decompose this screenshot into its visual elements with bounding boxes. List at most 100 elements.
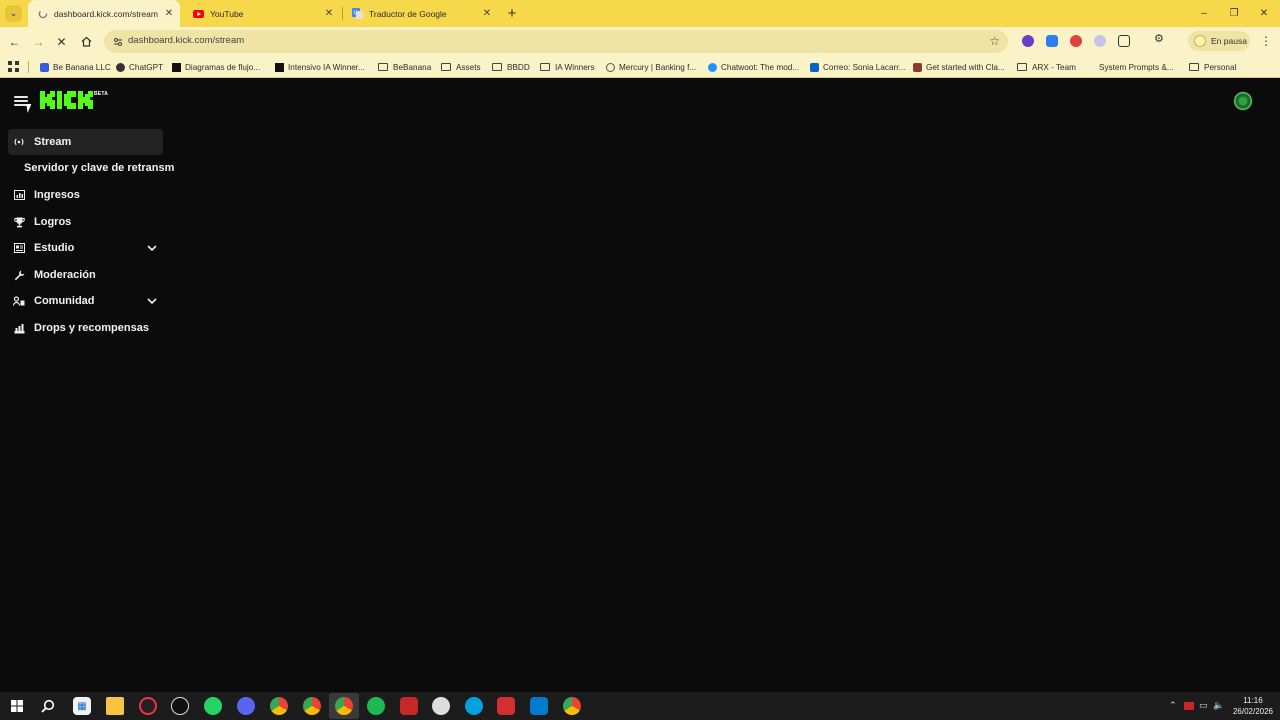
bookmark-folder[interactable]: BeBanana bbox=[378, 60, 431, 74]
sidebar-item-label: Ingresos bbox=[34, 189, 80, 201]
start-menu-icon[interactable] bbox=[8, 697, 26, 715]
close-icon[interactable]: ✕ bbox=[480, 7, 494, 21]
bookmark-folder[interactable]: ARX - Team bbox=[1017, 60, 1076, 74]
google-translate-icon: G bbox=[352, 8, 363, 19]
discord-icon[interactable] bbox=[237, 697, 255, 715]
dashboard-page: BETA Stream Servidor y clave de retransm… bbox=[0, 79, 1280, 692]
sidebar-subitem-stream-key[interactable]: Servidor y clave de retransmisión bbox=[24, 162, 174, 174]
tab-kick-dashboard[interactable]: dashboard.kick.com/stream ✕ bbox=[28, 0, 180, 27]
sidebar-item-logros[interactable]: Logros bbox=[8, 209, 163, 235]
app-icon[interactable] bbox=[400, 697, 418, 715]
stop-loading-button[interactable]: ✕ bbox=[53, 33, 70, 50]
restore-button[interactable]: ❐ bbox=[1218, 0, 1250, 27]
folder-icon bbox=[378, 63, 388, 71]
sidebar-item-estudio[interactable]: Estudio bbox=[8, 235, 163, 261]
system-clock[interactable]: 11:16 26/02/2026 bbox=[1229, 695, 1277, 717]
sidebar-item-ingresos[interactable]: Ingresos bbox=[8, 182, 163, 208]
extension-icon[interactable] bbox=[1094, 35, 1106, 47]
user-avatar[interactable] bbox=[1233, 91, 1253, 111]
close-window-button[interactable]: ✕ bbox=[1248, 0, 1280, 27]
sidebar-item-comunidad[interactable]: Comunidad bbox=[8, 288, 163, 314]
chevron-up-icon[interactable]: ⌃ bbox=[1169, 700, 1177, 711]
chevron-down-icon[interactable] bbox=[146, 242, 158, 254]
sidebar-item-label: Logros bbox=[34, 216, 72, 228]
bookmark-item[interactable]: Diagramas de flujo... bbox=[172, 60, 260, 74]
bookmark-label: BBDD bbox=[507, 62, 530, 72]
bookmark-item[interactable]: System Prompts &... bbox=[1086, 60, 1174, 74]
chrome-icon[interactable] bbox=[270, 697, 288, 715]
search-icon[interactable] bbox=[39, 697, 57, 715]
kick-logo[interactable] bbox=[40, 91, 94, 109]
home-button[interactable] bbox=[78, 33, 95, 50]
extension-icon[interactable] bbox=[1046, 35, 1058, 47]
extension-icon[interactable] bbox=[1022, 35, 1034, 47]
plus-icon: + bbox=[507, 4, 517, 22]
sidebar-item-drops[interactable]: Drops y recompensas bbox=[8, 315, 163, 341]
tab-search-button[interactable]: ⌄ bbox=[5, 5, 22, 22]
forward-button[interactable]: → bbox=[30, 33, 47, 50]
bookmark-site-icon bbox=[172, 62, 181, 72]
bookmark-folder[interactable]: IA Winners bbox=[540, 60, 595, 74]
globe-icon bbox=[606, 62, 615, 72]
close-icon[interactable]: ✕ bbox=[322, 7, 336, 21]
chrome-icon[interactable] bbox=[335, 697, 353, 715]
extensions-puzzle-icon[interactable] bbox=[1118, 35, 1130, 47]
bookmark-item[interactable]: Get started with Cla... bbox=[913, 60, 1005, 74]
svg-text:G: G bbox=[354, 11, 358, 17]
file-explorer-icon[interactable] bbox=[106, 697, 124, 715]
bookmark-item[interactable]: ChatGPT bbox=[116, 60, 163, 74]
bookmark-folder[interactable]: Assets bbox=[441, 60, 481, 74]
chatwoot-icon bbox=[708, 62, 717, 72]
youtube-icon bbox=[193, 8, 204, 19]
chrome-icon[interactable] bbox=[303, 697, 321, 715]
vscode-icon[interactable] bbox=[530, 697, 548, 715]
bookmark-folder[interactable]: BBDD bbox=[492, 60, 530, 74]
profile-sync-paused-button[interactable]: En pausa bbox=[1188, 31, 1250, 51]
downloads-icon[interactable]: ⚙ bbox=[1154, 32, 1166, 45]
bookmark-item[interactable]: Be Banana LLC bbox=[40, 60, 111, 74]
browser-menu-icon[interactable]: ⋮ bbox=[1260, 34, 1272, 48]
spotify-icon[interactable] bbox=[367, 697, 385, 715]
app-icon[interactable] bbox=[139, 697, 157, 715]
bookmark-item[interactable]: Mercury | Banking f... bbox=[606, 60, 696, 74]
store-app-icon[interactable]: ▦ bbox=[73, 697, 91, 715]
chevron-down-icon[interactable] bbox=[146, 295, 158, 307]
sidebar-item-moderacion[interactable]: Moderación bbox=[8, 262, 163, 288]
bookmark-label: IA Winners bbox=[555, 62, 595, 72]
folder-icon bbox=[492, 63, 502, 71]
new-tab-button[interactable]: + bbox=[504, 4, 520, 22]
network-icon[interactable]: ▭ bbox=[1199, 700, 1208, 711]
tab-youtube[interactable]: YouTube ✕ bbox=[184, 0, 340, 27]
app-icon[interactable] bbox=[432, 697, 450, 715]
app-icon[interactable] bbox=[497, 697, 515, 715]
taskbar: ▦ ⌃ ▭ 🔈 11:16 26/02/2026 bbox=[0, 692, 1280, 720]
bookmark-label: Mercury | Banking f... bbox=[619, 62, 697, 72]
volume-icon[interactable]: 🔈 bbox=[1213, 700, 1224, 711]
apps-grid-icon[interactable] bbox=[8, 61, 19, 72]
loading-favicon-icon bbox=[37, 8, 48, 19]
extension-icon[interactable] bbox=[1070, 35, 1082, 47]
tray-app-icon[interactable] bbox=[1184, 702, 1194, 710]
sidebar-item-label: Comunidad bbox=[34, 295, 95, 307]
whatsapp-icon[interactable] bbox=[204, 697, 222, 715]
minimize-button[interactable]: – bbox=[1188, 0, 1220, 27]
profile-avatar bbox=[1194, 35, 1206, 47]
drops-icon bbox=[12, 321, 26, 335]
back-button[interactable]: ← bbox=[6, 33, 23, 50]
bookmark-item[interactable]: Correo: Sonia Lacarr... bbox=[810, 60, 905, 74]
bookmark-item[interactable]: Intensivo IA Winner... bbox=[275, 60, 365, 74]
site-info-icon[interactable] bbox=[111, 35, 124, 48]
chatgpt-icon[interactable] bbox=[171, 697, 189, 715]
close-icon[interactable]: ✕ bbox=[162, 7, 176, 21]
tab-google-translate[interactable]: G Traductor de Google ✕ bbox=[343, 0, 498, 27]
bookmark-star-icon[interactable]: ☆ bbox=[989, 34, 1000, 48]
bookmark-item[interactable]: Chatwoot: The mod... bbox=[708, 60, 799, 74]
app-icon[interactable] bbox=[465, 697, 483, 715]
sidebar-item-stream[interactable]: Stream bbox=[8, 129, 163, 155]
chrome-icon[interactable] bbox=[563, 697, 581, 715]
tab-title: dashboard.kick.com/stream bbox=[54, 8, 158, 19]
bookmark-folder[interactable]: Personal bbox=[1189, 60, 1236, 74]
arrow-right-icon: → bbox=[32, 34, 45, 49]
address-bar[interactable]: dashboard.kick.com/stream ☆ bbox=[104, 30, 1008, 53]
bookmark-label: Assets bbox=[456, 62, 481, 72]
